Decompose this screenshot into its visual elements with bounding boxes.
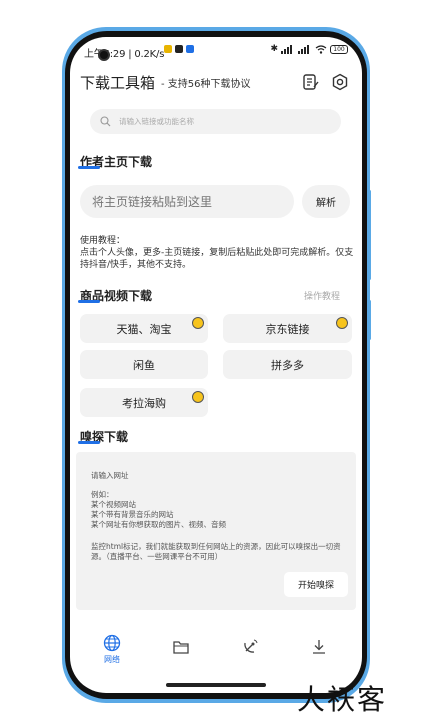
sniff-section-title: 嗅探下载 — [78, 428, 128, 445]
button-label: 京东链接 — [265, 322, 310, 336]
volume-button — [368, 190, 371, 280]
notification-icon — [175, 45, 183, 53]
pinduoduo-button[interactable]: 拼多多 — [223, 350, 352, 379]
notification-icon — [164, 45, 172, 53]
section-accent-bar — [78, 166, 100, 169]
satellite-icon — [244, 639, 258, 653]
power-button — [368, 300, 371, 340]
app-title: 下载工具箱 — [80, 73, 156, 92]
button-label: 闲鱼 — [133, 358, 155, 372]
tab-files[interactable] — [161, 634, 201, 674]
search-bar[interactable] — [90, 109, 341, 134]
folder-icon — [173, 641, 189, 654]
vip-badge-icon — [192, 391, 204, 403]
notification-icons — [164, 45, 194, 53]
usage-hint: 使用教程： 点击个人头像，更多-主页链接，复制后粘贴此处即可完成解析。仅支持抖音… — [80, 236, 354, 270]
app-screen: 上午5:29 | 0.2K/s ✱ 100 下载工具箱 - 支持56种下载协议 — [70, 37, 362, 693]
signal-icon — [281, 44, 292, 54]
section-accent-bar — [78, 441, 100, 444]
signal-icon — [298, 44, 309, 54]
status-bar: 上午5:29 | 0.2K/s ✱ 100 — [70, 37, 362, 63]
tab-sniff[interactable] — [230, 634, 270, 674]
homepage-link-input[interactable] — [80, 185, 294, 218]
button-label: 考拉海购 — [122, 396, 166, 410]
status-time-speed: 上午5:29 | 0.2K/s — [84, 49, 165, 60]
vip-badge-icon — [336, 317, 348, 329]
search-input[interactable] — [119, 117, 319, 126]
status-right-icons: ✱ 100 — [270, 44, 348, 54]
tutorial-link[interactable]: 操作教程 — [304, 289, 340, 302]
tab-downloads[interactable] — [299, 634, 339, 674]
globe-icon — [103, 634, 121, 652]
bluetooth-icon: ✱ — [270, 44, 278, 54]
sniff-description: 监控html标记，我们就能获取到任何网站上的资源，因此可以嗅探出一切资源。（直播… — [91, 542, 341, 561]
product-section-title: 商品视频下载 — [78, 287, 152, 304]
watermark: 大祆客 — [297, 683, 388, 716]
tmall-taobao-button[interactable]: 天猫、淘宝 — [80, 314, 208, 343]
download-icon — [313, 640, 325, 654]
jd-link-button[interactable]: 京东链接 — [223, 314, 352, 343]
button-label: 天猫、淘宝 — [116, 322, 172, 336]
battery-icon: 100 — [330, 44, 348, 54]
xianyu-button[interactable]: 闲鱼 — [80, 350, 208, 379]
kaola-button[interactable]: 考拉海购 — [80, 388, 208, 417]
parse-button[interactable]: 解析 — [302, 185, 350, 218]
start-sniff-button[interactable]: 开始嗅探 — [284, 572, 348, 597]
section-accent-bar — [78, 300, 100, 303]
front-camera — [98, 49, 110, 61]
bottom-tab-bar: 网络 — [70, 634, 362, 674]
vip-badge-icon — [192, 317, 204, 329]
tab-network[interactable]: 网络 — [92, 634, 132, 674]
tab-label: 网络 — [104, 655, 120, 664]
settings-icon[interactable] — [331, 73, 349, 91]
edit-note-icon[interactable] — [302, 73, 320, 91]
app-subtitle: - 支持56种下载协议 — [161, 78, 251, 90]
button-label: 拼多多 — [271, 358, 304, 372]
sniff-placeholder-line: 请输入网址 — [91, 471, 129, 480]
notification-icon — [186, 45, 194, 53]
home-indicator[interactable] — [166, 683, 266, 687]
author-section-title: 作者主页下载 — [78, 153, 152, 170]
search-icon — [100, 116, 111, 127]
wifi-icon — [315, 44, 327, 54]
sniff-examples: 例如： 某个视频网站 某个带有背景音乐的网站 某个网址有你想获取的图片、视频、音… — [91, 490, 226, 529]
